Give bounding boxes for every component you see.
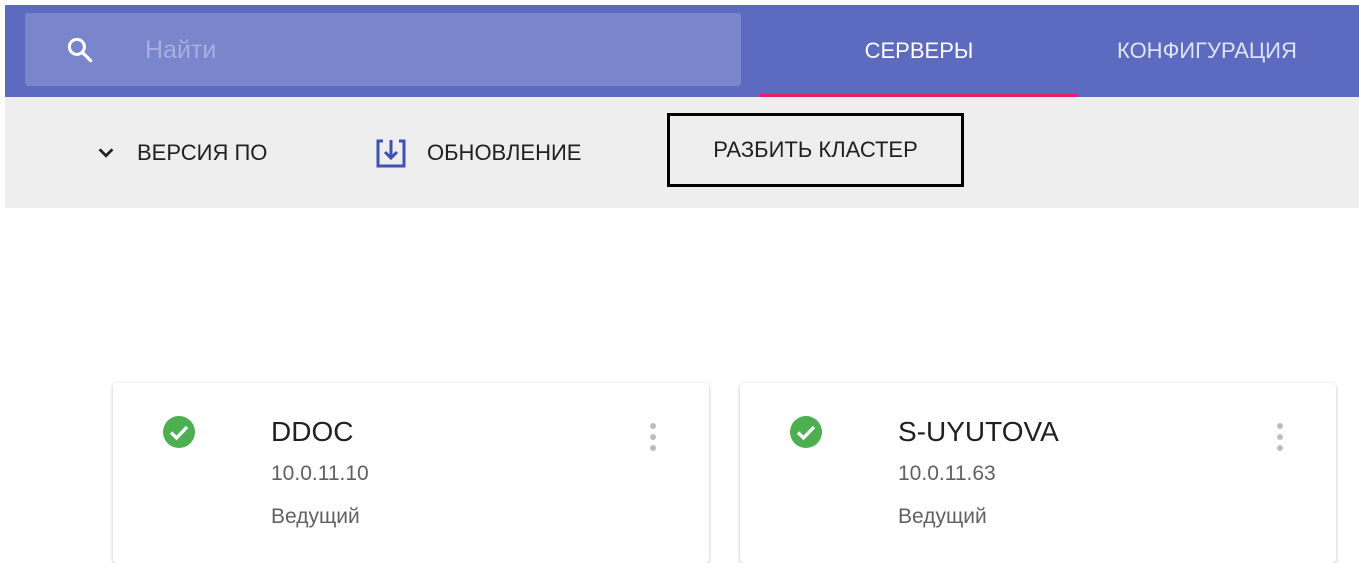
update-label: ОБНОВЛЕНИЕ [427, 139, 582, 165]
more-vertical-icon[interactable] [1270, 421, 1290, 457]
update-button[interactable]: ОБНОВЛЕНИЕ [373, 97, 581, 208]
check-circle-icon [790, 416, 822, 448]
search-icon[interactable] [65, 35, 95, 65]
toolbar: ВЕРСИЯ ПО ОБНОВЛЕНИЕ РАЗБИТЬ КЛАСТЕР [5, 97, 1359, 208]
search-box[interactable] [25, 13, 741, 86]
server-ip: 10.0.11.63 [898, 462, 996, 485]
server-name: DDOC [271, 416, 354, 447]
download-update-icon [376, 139, 406, 167]
tab-servers[interactable]: СЕРВЕРЫ [760, 5, 1078, 97]
server-role: Ведущий [898, 505, 987, 528]
software-version-label: ВЕРСИЯ ПО [137, 139, 268, 165]
server-name: S-UYUTOVA [898, 416, 1059, 447]
tab-servers-label: СЕРВЕРЫ [864, 38, 974, 63]
app-header: СЕРВЕРЫ КОНФИГУРАЦИЯ [5, 5, 1359, 97]
chevron-down-icon [98, 147, 114, 158]
server-card[interactable]: DDOC 10.0.11.10 Ведущий [113, 383, 709, 563]
server-ip: 10.0.11.10 [271, 462, 369, 485]
check-circle-icon [163, 416, 195, 448]
more-vertical-icon[interactable] [643, 421, 663, 457]
server-role: Ведущий [271, 505, 360, 528]
software-version-button[interactable]: ВЕРСИЯ ПО [95, 97, 267, 208]
split-cluster-button[interactable]: РАЗБИТЬ КЛАСТЕР [667, 113, 964, 187]
server-card[interactable]: S-UYUTOVA 10.0.11.63 Ведущий [740, 383, 1336, 563]
split-cluster-label: РАЗБИТЬ КЛАСТЕР [713, 137, 918, 162]
tab-configuration-label: КОНФИГУРАЦИЯ [1117, 38, 1297, 63]
search-input[interactable] [145, 30, 705, 70]
tab-configuration[interactable]: КОНФИГУРАЦИЯ [1117, 5, 1359, 97]
